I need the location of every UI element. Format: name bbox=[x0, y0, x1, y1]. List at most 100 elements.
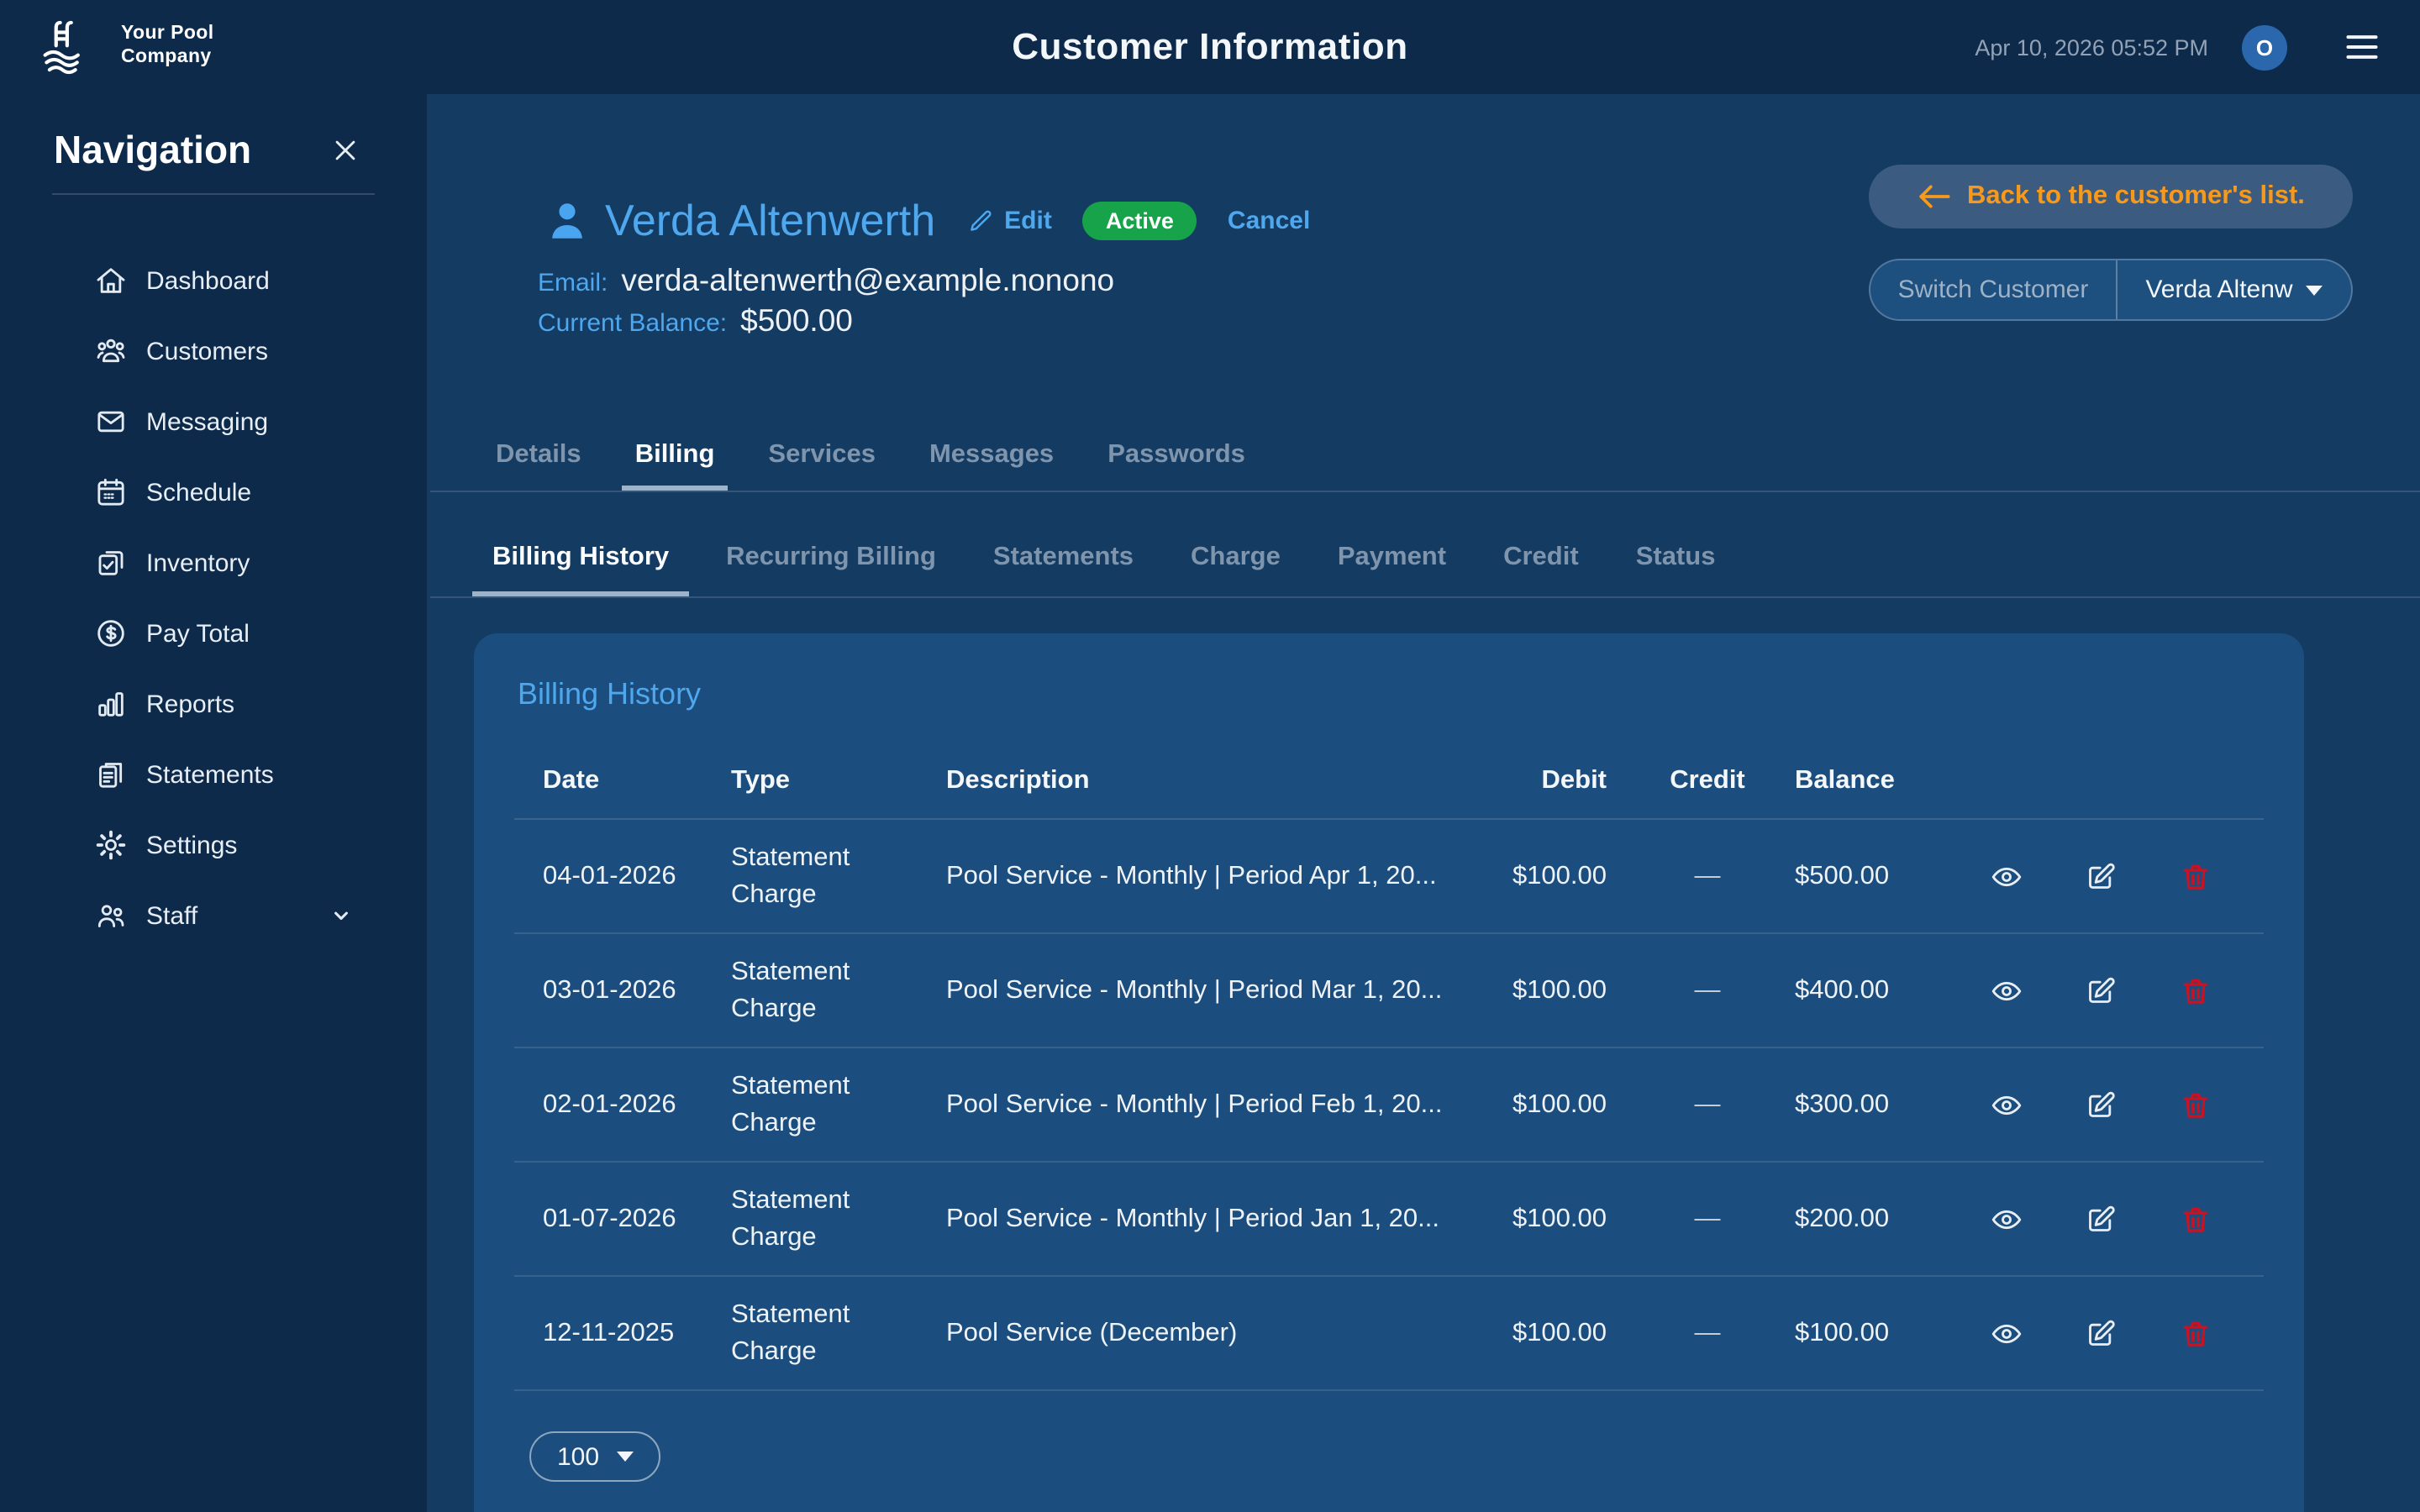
view-row-button[interactable] bbox=[1990, 1088, 2023, 1121]
edit-row-button[interactable] bbox=[2084, 859, 2118, 893]
tab[interactable]: Services bbox=[755, 440, 889, 491]
trash-icon bbox=[2179, 1088, 2211, 1121]
cell-date: 02-01-2026 bbox=[514, 1089, 702, 1120]
sidebar-item-label: Staff bbox=[146, 901, 197, 930]
caret-down-icon bbox=[616, 1452, 633, 1462]
subtab[interactable]: Payment bbox=[1318, 543, 1466, 596]
sidebar-item[interactable]: Messaging bbox=[0, 386, 427, 457]
delete-row-button[interactable] bbox=[2179, 859, 2211, 893]
table-header-row: Date Type Description Debit Credit Balan… bbox=[514, 744, 2264, 820]
switch-customer-dropdown[interactable]: Switch Customer Verda Altenw bbox=[1869, 259, 2353, 321]
cell-description: Pool Service - Monthly | Period Apr 1, 2… bbox=[918, 861, 1472, 891]
cell-debit: $100.00 bbox=[1472, 1089, 1640, 1120]
cell-description: Pool Service - Monthly | Period Mar 1, 2… bbox=[918, 975, 1472, 1005]
gear-icon bbox=[94, 828, 128, 862]
sidebar-item-label: Settings bbox=[146, 831, 237, 859]
edit-row-button[interactable] bbox=[2084, 1202, 2118, 1236]
sidebar-item[interactable]: Schedule bbox=[0, 457, 427, 528]
topbar-right: Apr 10, 2026 05:52 PM O bbox=[1975, 24, 2383, 70]
sidebar-item-label: Inventory bbox=[146, 549, 250, 577]
sidebar-item[interactable]: Pay Total bbox=[0, 598, 427, 669]
sidebar-item[interactable]: Reports bbox=[0, 669, 427, 739]
back-to-customers-button[interactable]: Back to the customer's list. bbox=[1869, 165, 2353, 228]
cell-type: Statement Charge bbox=[702, 1182, 918, 1256]
switch-customer-label: Switch Customer bbox=[1870, 260, 2118, 319]
subtab[interactable]: Credit bbox=[1483, 543, 1599, 596]
view-row-button[interactable] bbox=[1990, 859, 2023, 893]
envelope-icon bbox=[94, 405, 128, 438]
sidebar-item[interactable]: Inventory bbox=[0, 528, 427, 598]
col-balance: Balance bbox=[1775, 766, 1960, 796]
sidebar-item[interactable]: Dashboard bbox=[0, 245, 427, 316]
page-size-dropdown[interactable]: 100 bbox=[529, 1431, 660, 1482]
cell-debit: $100.00 bbox=[1472, 1318, 1640, 1348]
edit-square-icon bbox=[2084, 1088, 2118, 1121]
view-row-button[interactable] bbox=[1990, 1202, 2023, 1236]
close-icon[interactable] bbox=[331, 136, 360, 165]
subtab[interactable]: Billing History bbox=[472, 543, 689, 596]
bar-chart-icon bbox=[94, 687, 128, 721]
billing-table: Date Type Description Debit Credit Balan… bbox=[514, 744, 2264, 1391]
cell-date: 04-01-2026 bbox=[514, 861, 702, 891]
subtab[interactable]: Status bbox=[1616, 543, 1736, 596]
edit-row-button[interactable] bbox=[2084, 1088, 2118, 1121]
tab[interactable]: Messages bbox=[916, 440, 1067, 491]
customer-name[interactable]: Verda Altenwerth bbox=[605, 194, 935, 246]
eye-icon bbox=[1990, 974, 2023, 1007]
sidebar-menu: Dashboard Customers Messaging bbox=[0, 245, 427, 951]
card-title: Billing History bbox=[518, 674, 2264, 714]
sidebar-item[interactable]: Settings bbox=[0, 810, 427, 880]
tab[interactable]: Passwords bbox=[1094, 440, 1259, 491]
tab[interactable]: Details bbox=[482, 440, 595, 491]
col-date: Date bbox=[514, 766, 702, 796]
subtab[interactable]: Charge bbox=[1171, 543, 1301, 596]
cell-credit: — bbox=[1640, 975, 1775, 1005]
table-row: 03-01-2026 Statement Charge Pool Service… bbox=[514, 934, 2264, 1048]
delete-row-button[interactable] bbox=[2179, 974, 2211, 1007]
subtab[interactable]: Statements bbox=[973, 543, 1154, 596]
view-row-button[interactable] bbox=[1990, 974, 2023, 1007]
edit-row-button[interactable] bbox=[2084, 974, 2118, 1007]
table-row: 01-07-2026 Statement Charge Pool Service… bbox=[514, 1163, 2264, 1277]
edit-customer-link[interactable]: Edit bbox=[965, 206, 1052, 234]
subtab[interactable]: Recurring Billing bbox=[706, 543, 956, 596]
delete-row-button[interactable] bbox=[2179, 1088, 2211, 1121]
navigation-sidebar: Navigation Dashboard Customers bbox=[0, 94, 429, 1512]
email-value: verda-altenwerth@example.nonono bbox=[621, 262, 1114, 299]
tab[interactable]: Billing bbox=[622, 440, 729, 491]
cell-balance: $100.00 bbox=[1775, 1318, 1960, 1348]
table-row: 12-11-2025 Statement Charge Pool Service… bbox=[514, 1277, 2264, 1391]
eye-icon bbox=[1990, 1088, 2023, 1121]
col-description: Description bbox=[918, 766, 1472, 796]
view-row-button[interactable] bbox=[1990, 1316, 2023, 1350]
edit-row-button[interactable] bbox=[2084, 1316, 2118, 1350]
pool-logo-icon bbox=[37, 13, 108, 81]
sidebar-item[interactable]: Statements bbox=[0, 739, 427, 810]
cell-type: Statement Charge bbox=[702, 1296, 918, 1370]
customer-tabs: Details Billing Services Messages Passwo… bbox=[430, 430, 2420, 492]
cancel-customer-link[interactable]: Cancel bbox=[1228, 206, 1310, 234]
cell-date: 01-07-2026 bbox=[514, 1204, 702, 1234]
edit-square-icon bbox=[2084, 859, 2118, 893]
switch-customer-value: Verda Altenw bbox=[2145, 276, 2292, 304]
sidebar-item-label: Reports bbox=[146, 690, 234, 718]
pagination: 100 bbox=[529, 1431, 2264, 1482]
table-body: 04-01-2026 Statement Charge Pool Service… bbox=[514, 820, 2264, 1391]
user-avatar[interactable]: O bbox=[2242, 24, 2287, 70]
cell-balance: $200.00 bbox=[1775, 1204, 1960, 1234]
chevron-down-icon bbox=[329, 904, 353, 927]
table-row: 02-01-2026 Statement Charge Pool Service… bbox=[514, 1048, 2264, 1163]
col-type: Type bbox=[702, 763, 918, 800]
trash-icon bbox=[2179, 974, 2211, 1007]
sidebar-item-label: Statements bbox=[146, 760, 274, 789]
sidebar-title: Navigation bbox=[54, 128, 251, 173]
cell-debit: $100.00 bbox=[1472, 1204, 1640, 1234]
sidebar-item[interactable]: Staff bbox=[0, 880, 427, 951]
sidebar-item[interactable]: Customers bbox=[0, 316, 427, 386]
company-logo: Your Pool Company bbox=[37, 13, 214, 81]
delete-row-button[interactable] bbox=[2179, 1316, 2211, 1350]
delete-row-button[interactable] bbox=[2179, 1202, 2211, 1236]
menu-icon[interactable] bbox=[2341, 29, 2383, 66]
top-bar: Your Pool Company Customer Information A… bbox=[0, 0, 2420, 94]
customers-icon bbox=[94, 334, 128, 368]
